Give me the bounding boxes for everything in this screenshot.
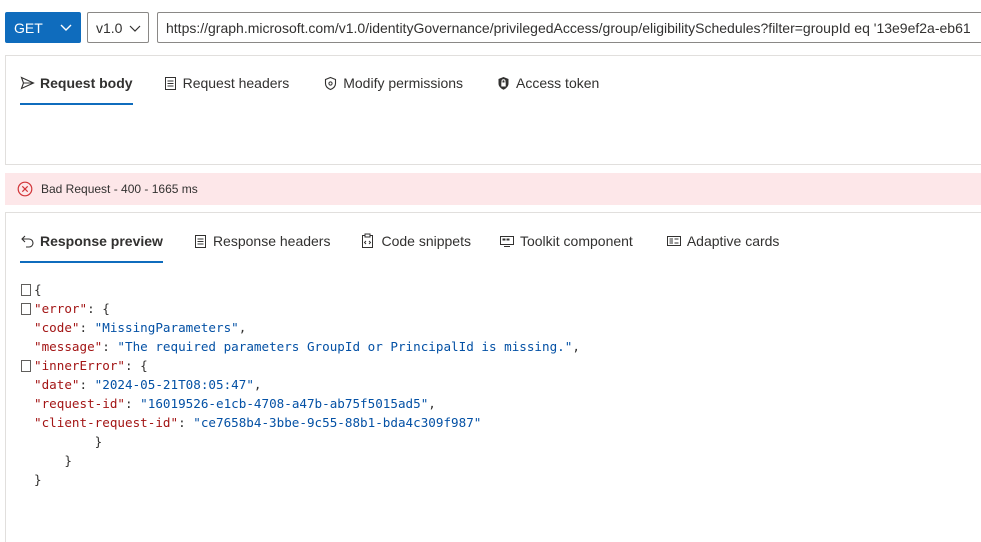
tab-label: Request body [40, 75, 133, 91]
http-method-label: GET [14, 19, 43, 36]
tab-modify-permissions[interactable]: Modify permissions [323, 73, 463, 93]
json-value: "16019526-e1cb-4708-a47b-ab75f5015ad5" [140, 396, 429, 411]
clipboard-code-icon [362, 233, 374, 248]
tab-request-headers[interactable]: Request headers [163, 73, 290, 93]
tab-request-body[interactable]: Request body [20, 73, 133, 105]
undo-arrow-icon [21, 235, 34, 248]
response-tabs: Response preview Response headers Code s… [20, 231, 780, 263]
http-method-dropdown[interactable]: GET [5, 12, 81, 43]
code-line: "date": "2024-05-21T08:05:47", [34, 377, 262, 392]
tab-label: Adaptive cards [686, 233, 780, 249]
code-line: "message": "The required parameters Grou… [34, 339, 580, 354]
code-line: "request-id": "16019526-e1cb-4708-a47b-a… [34, 396, 436, 411]
tab-label: Modify permissions [343, 75, 464, 91]
tab-code-snippets[interactable]: Code snippets [360, 231, 471, 251]
code-line: } [34, 453, 72, 468]
json-key: "code" [34, 320, 80, 335]
code-line: "client-request-id": "ce7658b4-3bbe-9c55… [34, 415, 482, 430]
error-circle-icon [17, 181, 33, 197]
card-icon [666, 236, 681, 246]
fold-toggle[interactable] [21, 283, 31, 296]
json-key: "client-request-id" [34, 415, 179, 430]
json-value: "ce7658b4-3bbe-9c55-88b1-bda4c309f987" [193, 415, 482, 430]
shield-icon [325, 76, 337, 90]
code-line: } [34, 434, 103, 449]
json-value: "The required parameters GroupId or Prin… [117, 339, 573, 354]
fold-toggle[interactable] [21, 359, 31, 372]
chevron-down-icon [129, 25, 141, 32]
status-text: Bad Request - 400 - 1665 ms [41, 182, 198, 196]
send-icon [20, 76, 35, 90]
toolkit-icon [499, 236, 514, 247]
tab-label: Request headers [182, 75, 290, 91]
response-panel: Response preview Response headers Code s… [5, 212, 981, 542]
json-key: "error" [34, 301, 88, 316]
query-bar: GET v1.0 https://graph.microsoft.com/v1.… [0, 0, 981, 56]
json-response-viewer: { "error": { "code": "MissingParameters"… [21, 280, 580, 489]
tab-label: Response preview [40, 233, 163, 249]
code-line: "innerError": { [21, 356, 580, 375]
chevron-down-icon [60, 24, 72, 31]
url-input[interactable]: https://graph.microsoft.com/v1.0/identit… [157, 12, 981, 43]
json-key: "request-id" [34, 396, 125, 411]
lock-icon [498, 76, 509, 90]
code-line: { [21, 280, 580, 299]
version-dropdown[interactable]: v1.0 [87, 12, 149, 43]
status-message-bar: Bad Request - 400 - 1665 ms [5, 173, 981, 205]
tab-label: Code snippets [381, 233, 471, 249]
code-line: } [34, 472, 42, 487]
tab-response-preview[interactable]: Response preview [20, 231, 163, 263]
tab-access-token[interactable]: Access token [496, 73, 599, 93]
tab-label: Toolkit component [519, 233, 633, 249]
code-line: "error": { [21, 299, 580, 318]
json-key: "innerError" [34, 358, 125, 373]
request-panel: Request body Request headers Modify perm… [5, 55, 981, 165]
request-tabs: Request body Request headers Modify perm… [20, 73, 599, 105]
json-key: "message" [34, 339, 103, 354]
version-label: v1.0 [96, 19, 123, 36]
json-value: "2024-05-21T08:05:47" [94, 377, 254, 392]
json-value: "MissingParameters" [94, 320, 239, 335]
tab-label: Access token [516, 75, 600, 91]
tab-label: Response headers [212, 233, 331, 249]
document-icon [164, 76, 176, 90]
code-line: "code": "MissingParameters", [34, 320, 247, 335]
document-icon [194, 234, 206, 248]
tab-response-headers[interactable]: Response headers [193, 231, 331, 251]
tab-adaptive-cards[interactable]: Adaptive cards [666, 231, 780, 251]
fold-toggle[interactable] [21, 302, 31, 315]
json-key: "date" [34, 377, 80, 392]
tab-toolkit-component[interactable]: Toolkit component [499, 231, 633, 251]
